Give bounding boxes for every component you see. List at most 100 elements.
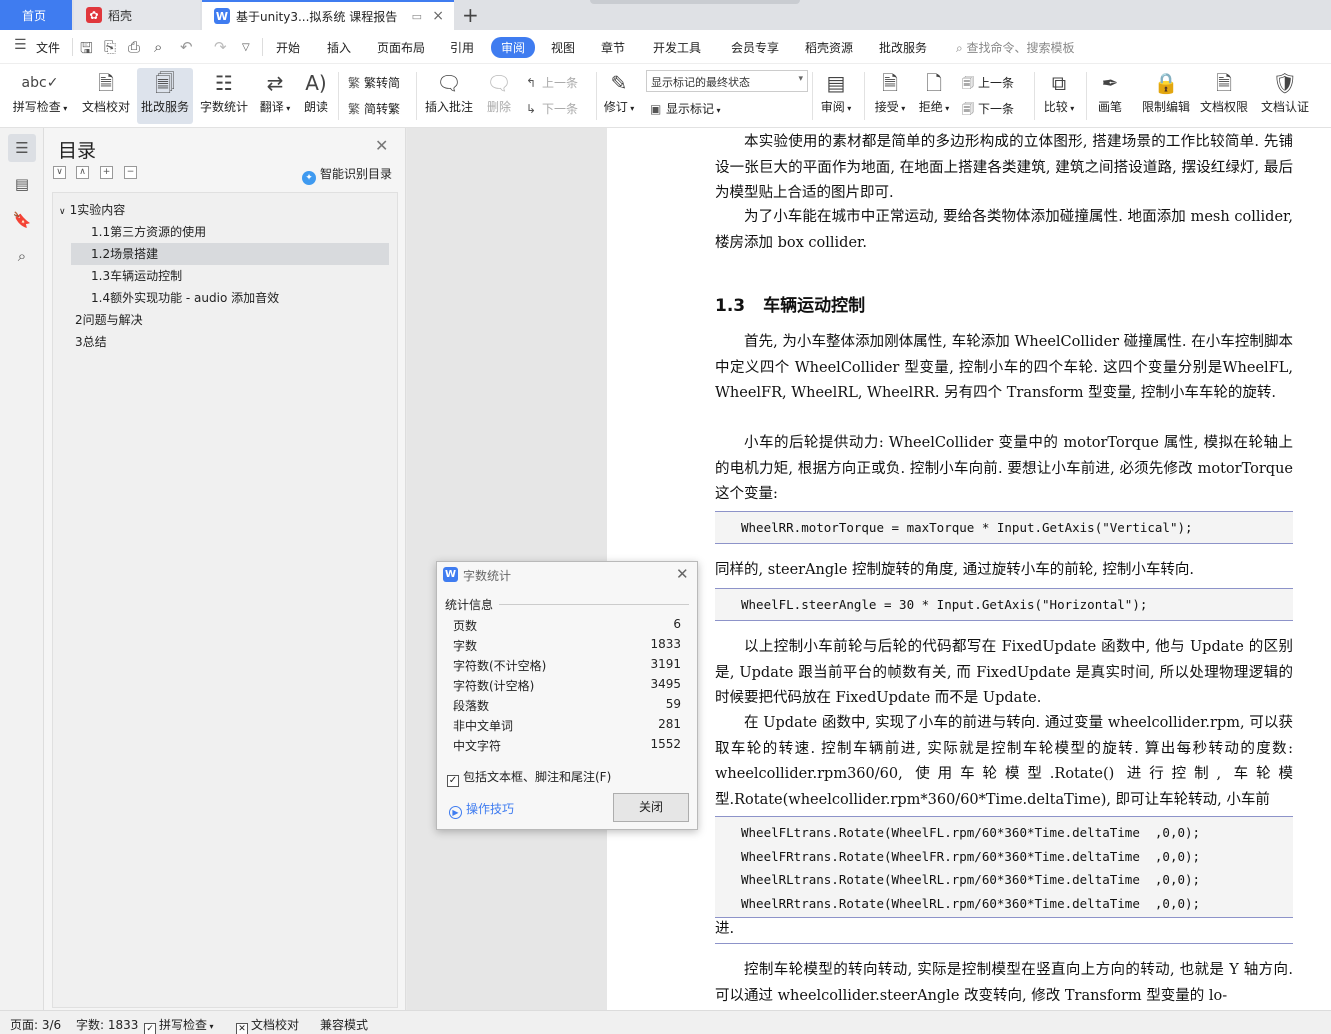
- new-tab-icon[interactable]: +: [462, 3, 479, 27]
- page-indicator[interactable]: 页面: 3/6: [10, 1016, 61, 1033]
- menu-member[interactable]: 会员专享: [731, 39, 779, 56]
- translate-icon: ⇄: [266, 71, 284, 95]
- word-count-button[interactable]: ☷ 字数统计: [198, 68, 250, 124]
- insert-comment-button[interactable]: 🗨 插入批注: [422, 68, 476, 124]
- trad-to-simp-button[interactable]: 繁繁转简: [348, 74, 400, 91]
- word-count-indicator[interactable]: 字数: 1833: [76, 1016, 138, 1033]
- dialog-titlebar[interactable]: W 字数统计 ✕: [437, 562, 697, 588]
- correction-service-button[interactable]: 🗐 批改服务: [137, 68, 193, 124]
- doc-rights-button[interactable]: 🗎 文档权限: [1198, 68, 1250, 124]
- dialog-close-icon[interactable]: ✕: [676, 565, 689, 583]
- code-block[interactable]: WheelFL.steerAngle = 30 * Input.GetAxis(…: [715, 588, 1293, 621]
- expander-icon[interactable]: ∨: [59, 207, 66, 217]
- code-block[interactable]: WheelFLtrans.Rotate(WheelFL.rpm/60*360*T…: [715, 816, 1293, 918]
- paragraph[interactable]: 小车的后轮提供动力: WheelCollider 变量中的 motorTorqu…: [715, 431, 1293, 508]
- toc-item-1-2[interactable]: 1.2场景搭建: [71, 243, 389, 265]
- stat-row-non-chinese-words: 非中文单词 281: [453, 717, 681, 737]
- word-count-label: 字数统计: [199, 100, 248, 114]
- doc-auth-button[interactable]: 🛡 文档认证: [1258, 68, 1312, 124]
- paragraph[interactable]: 控制车轮模型的转向转动, 实际是控制模型在竖直向上方向的转动, 也就是 Y 轴方…: [715, 958, 1293, 1009]
- section-heading-1-3[interactable]: 1.3 车辆运动控制: [715, 291, 865, 316]
- hamburger-menu-icon[interactable]: ☰: [14, 37, 27, 53]
- print-preview-icon[interactable]: ⌕: [154, 38, 162, 56]
- show-markup-button[interactable]: ▣ 显示标记 ▾: [650, 100, 721, 117]
- paragraph[interactable]: 同样的, steerAngle 控制旋转的角度, 通过旋转小车的前轮, 控制小车…: [715, 558, 1293, 584]
- prev-comment-button[interactable]: ↰ 上一条: [526, 74, 578, 91]
- toc-item-1-1[interactable]: 1.1第三方资源的使用: [91, 221, 389, 243]
- toc-item-1-4[interactable]: 1.4额外实现功能 - audio 添加音效: [91, 287, 389, 309]
- menu-insert[interactable]: 插入: [327, 39, 351, 56]
- window-drag-handle[interactable]: [590, 0, 800, 4]
- toc-item-3[interactable]: 3总结: [75, 331, 389, 353]
- tab-daoke[interactable]: ✿ 稻壳: [74, 0, 200, 30]
- toc-panel-icon[interactable]: ☰: [8, 134, 36, 162]
- review-pane-button[interactable]: ▤ 审阅 ▾: [816, 68, 856, 124]
- remove-item-icon[interactable]: −: [124, 166, 137, 179]
- accept-button[interactable]: 🗎 接受 ▾: [870, 68, 910, 124]
- paragraph[interactable]: 在 Update 函数中, 实现了小车的前进与转向. 通过变量 wheelcol…: [715, 711, 1293, 813]
- chapter-nav-icon[interactable]: ▤: [8, 170, 36, 198]
- prev-change-icon: 🗐: [962, 76, 974, 90]
- menu-chapter[interactable]: 章节: [601, 39, 625, 56]
- next-comment-button[interactable]: ↳ 下一条: [526, 100, 578, 117]
- add-item-icon[interactable]: +: [100, 166, 113, 179]
- doc-proof-button[interactable]: 🗎 文档校对: [80, 68, 132, 124]
- toc-close-icon[interactable]: ✕: [375, 136, 388, 155]
- paragraph[interactable]: 本实验使用的素材都是简单的多边形构成的立体图形, 搭建场景的工作比较简单. 先铺…: [715, 130, 1293, 207]
- restrict-edit-button[interactable]: 🔒 限制编辑: [1140, 68, 1192, 124]
- tips-link[interactable]: ▶ 操作技巧: [449, 800, 514, 819]
- redo-icon[interactable]: ↷: [214, 38, 227, 56]
- close-button[interactable]: 关闭: [613, 793, 689, 822]
- undo-icon[interactable]: ↶: [180, 38, 193, 56]
- menu-view[interactable]: 视图: [551, 39, 575, 56]
- include-textbox-checkbox[interactable]: ✓ 包括文本框、脚注和尾注(F): [447, 768, 611, 787]
- menu-start[interactable]: 开始: [276, 39, 300, 56]
- tab-document[interactable]: W 基于unity3...拟系统 课程报告 ▭ ×: [202, 0, 454, 30]
- simp-to-trad-button[interactable]: 繁简转繁: [348, 100, 400, 117]
- compare-button[interactable]: ⧉ 比较 ▾: [1040, 68, 1078, 124]
- delete-comment-button[interactable]: 🗨 删除: [480, 68, 518, 124]
- menu-correction-service[interactable]: 批改服务: [879, 39, 927, 56]
- tab-close-icon[interactable]: ×: [432, 8, 444, 24]
- markup-display-select[interactable]: 显示标记的最终状态 ▾: [646, 70, 808, 92]
- export-pdf-icon[interactable]: ⎘: [104, 38, 116, 56]
- code-block[interactable]: WheelRR.motorTorque = maxTorque * Input.…: [715, 511, 1293, 544]
- spellcheck-toggle[interactable]: ✓ 拼写检查 ▾: [144, 1016, 214, 1034]
- smart-toc-button[interactable]: ✦ 智能识别目录: [302, 165, 392, 185]
- menu-references[interactable]: 引用: [450, 39, 474, 56]
- bookmark-icon[interactable]: 🔖: [8, 206, 36, 234]
- toc-item-1[interactable]: ∨ 1实验内容: [59, 199, 389, 221]
- read-aloud-button[interactable]: A) 朗读: [300, 68, 332, 124]
- doc-proof-toggle[interactable]: ✕ 文档校对: [236, 1016, 299, 1034]
- prev-change-button[interactable]: 🗐 上一条: [962, 74, 1014, 95]
- menu-review[interactable]: 审阅: [491, 37, 536, 58]
- stat-value: 6: [673, 617, 681, 631]
- revise-button[interactable]: ✎ 修订 ▾: [600, 68, 638, 124]
- print-icon[interactable]: ⎙: [128, 38, 140, 56]
- menu-file[interactable]: 文件: [36, 39, 60, 56]
- tab-home[interactable]: 首页: [0, 0, 72, 30]
- search-icon[interactable]: ⌕: [8, 242, 36, 270]
- menu-page-layout[interactable]: 页面布局: [377, 39, 425, 56]
- paragraph[interactable]: 首先, 为小车整体添加刚体属性, 车轮添加 WheelCollider 碰撞属性…: [715, 330, 1293, 407]
- translate-button[interactable]: ⇄ 翻译 ▾: [256, 68, 294, 124]
- menu-dev-tools[interactable]: 开发工具: [653, 39, 701, 56]
- menu-daoke-resources[interactable]: 稻壳资源: [805, 39, 853, 56]
- paragraph[interactable]: 为了小车能在城市中正常运动, 要给各类物体添加碰撞属性. 地面添加 mesh c…: [715, 205, 1293, 256]
- toc-item-2[interactable]: 2问题与解决: [75, 309, 389, 331]
- collapse-all-icon[interactable]: ∨: [53, 166, 66, 179]
- pen-button[interactable]: ✒ 画笔: [1094, 68, 1126, 124]
- paragraph[interactable]: 以上控制小车前轮与后轮的代码都写在 FixedUpdate 函数中, 他与 Up…: [715, 635, 1293, 712]
- quick-access-dropdown-icon[interactable]: ▽: [242, 42, 250, 53]
- pin-icon[interactable]: ▭: [412, 10, 422, 23]
- spellcheck-button[interactable]: abc✓ 拼写检查 ▾: [8, 68, 72, 124]
- next-change-button[interactable]: 🗐 下一条: [962, 100, 1014, 121]
- command-search[interactable]: ⌕ 查找命令、搜索模板: [956, 39, 1075, 56]
- reject-button[interactable]: 🗋 拒绝 ▾: [914, 68, 954, 124]
- save-icon[interactable]: 🖫: [80, 38, 93, 63]
- expand-all-icon[interactable]: ∧: [76, 166, 89, 179]
- spellcheck-label: 拼写检查: [12, 100, 61, 114]
- document-page[interactable]: 本实验使用的素材都是简单的多边形构成的立体图形, 搭建场景的工作比较简单. 先铺…: [607, 128, 1331, 1010]
- toc-item-1-3[interactable]: 1.3车辆运动控制: [91, 265, 389, 287]
- paragraph[interactable]: 进.: [715, 917, 1293, 943]
